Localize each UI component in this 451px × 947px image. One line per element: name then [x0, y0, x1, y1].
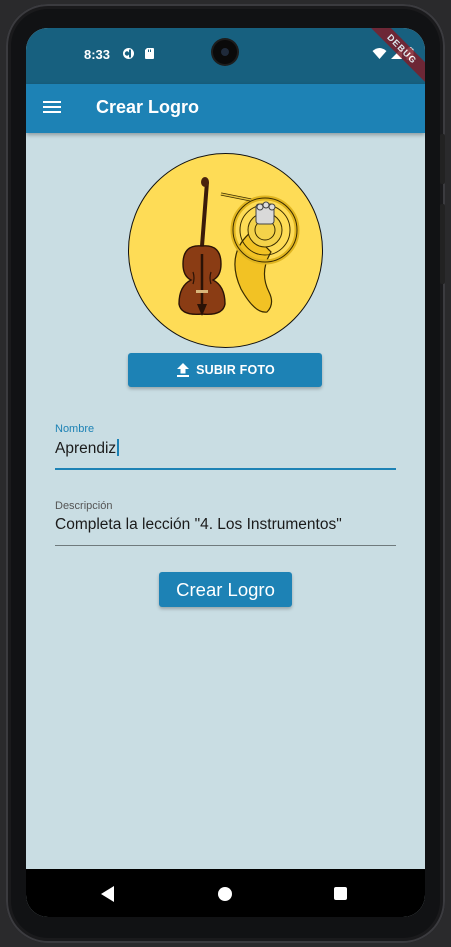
page-title: Crear Logro: [96, 97, 200, 117]
description-input[interactable]: Completa la lección "4. Los Instrumentos…: [55, 516, 396, 534]
notification-icon: [123, 48, 134, 59]
name-input[interactable]: Aprendiz: [55, 439, 396, 458]
back-icon[interactable]: [101, 886, 114, 902]
wifi-icon: [372, 48, 387, 59]
violin-and-french-horn-image: [178, 177, 300, 316]
name-field[interactable]: Nombre Aprendiz: [55, 423, 396, 470]
achievement-photo: [128, 153, 323, 348]
name-field-label: Nombre: [55, 423, 95, 435]
app-bar: Crear Logro: [26, 84, 425, 133]
recent-apps-icon[interactable]: [334, 887, 347, 900]
screen: 8:33 DEBUG Crear Logro SUBIR FOTO Nombre…: [26, 28, 425, 917]
navigation-bar: [26, 869, 425, 917]
sd-card-icon: [145, 48, 154, 59]
power-button: [440, 204, 445, 284]
name-field-underline: [55, 468, 396, 470]
volume-button: [440, 134, 445, 184]
create-achievement-button[interactable]: Crear Logro: [159, 572, 292, 607]
description-field-label: Descripción: [55, 500, 113, 512]
name-input-value: Aprendiz: [55, 440, 117, 457]
text-cursor: [117, 439, 119, 456]
upload-icon: [177, 363, 190, 377]
status-time: 8:33: [84, 47, 111, 62]
front-camera: [213, 40, 237, 64]
upload-photo-button[interactable]: SUBIR FOTO: [128, 353, 322, 387]
upload-button-label: SUBIR FOTO: [196, 363, 275, 377]
status-bar: 8:33 DEBUG: [26, 28, 425, 86]
description-field[interactable]: Descripción Completa la lección "4. Los …: [55, 500, 396, 546]
description-field-underline: [55, 545, 396, 546]
home-icon[interactable]: [218, 887, 232, 901]
menu-icon[interactable]: [43, 98, 63, 118]
